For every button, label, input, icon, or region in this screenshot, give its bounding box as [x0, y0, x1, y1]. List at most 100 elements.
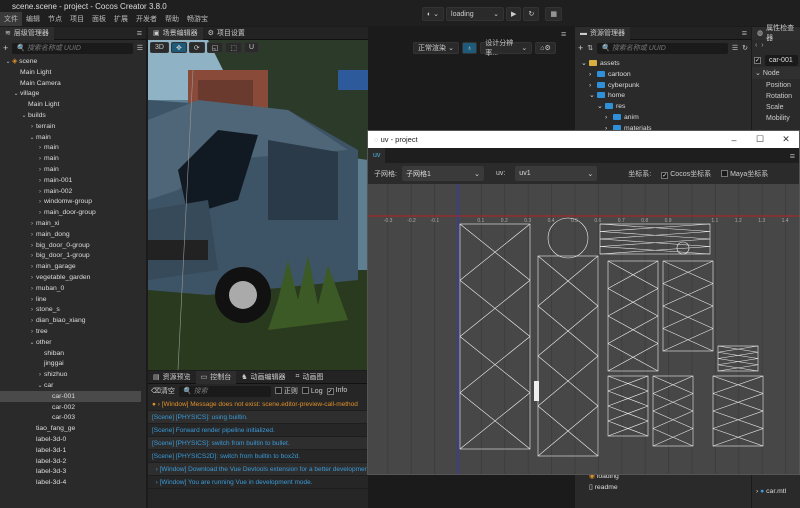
- hierarchy-item[interactable]: ›main_garage: [0, 261, 141, 272]
- console-log-entry[interactable]: [Scene] [PHYSICS]: using builtin.: [148, 411, 368, 424]
- asset-item[interactable]: ⌄assets: [581, 58, 620, 69]
- menu-panel[interactable]: 面板: [88, 12, 110, 26]
- chevron-down-icon[interactable]: ⌄: [581, 58, 589, 69]
- hierarchy-item[interactable]: ›tree: [0, 326, 141, 337]
- add-icon[interactable]: +: [3, 43, 8, 53]
- render-mode-select[interactable]: 正常渲染⌄: [413, 42, 459, 54]
- scene-viewport[interactable]: [148, 40, 368, 370]
- menu-project[interactable]: 项目: [66, 12, 88, 26]
- close-button[interactable]: ✕: [773, 134, 799, 145]
- component-car-mtl[interactable]: › ● car.mtl: [756, 486, 786, 497]
- hierarchy-item[interactable]: ›stone_s: [0, 304, 141, 315]
- hierarchy-item[interactable]: car-001: [0, 391, 141, 402]
- scene-select[interactable]: loading⌄: [446, 7, 504, 21]
- hierarchy-item[interactable]: ›main-001: [0, 175, 141, 186]
- menu-developer[interactable]: 开发者: [132, 12, 161, 26]
- node-section-header[interactable]: ⌄ Node: [752, 67, 800, 79]
- menu-icon[interactable]: ≡: [742, 28, 747, 38]
- console-log-entry[interactable]: › [Window] You are running Vue in develo…: [148, 476, 368, 489]
- tab-inspector[interactable]: ◍属性检查器: [752, 27, 800, 40]
- hierarchy-item[interactable]: label-3d-1: [0, 445, 141, 456]
- refresh-button[interactable]: ↻: [523, 7, 539, 21]
- hierarchy-item[interactable]: ›main: [0, 142, 141, 153]
- hierarchy-item[interactable]: ›vegetable_garden: [0, 272, 141, 283]
- asset-item-readme[interactable]: ▯ readme: [589, 482, 618, 493]
- chevron-right-icon[interactable]: ›: [605, 112, 613, 123]
- hierarchy-item[interactable]: ›muban_0: [0, 283, 141, 294]
- hierarchy-item[interactable]: ›dian_biao_xiang: [0, 315, 141, 326]
- hierarchy-item[interactable]: tiao_fang_ge: [0, 423, 141, 434]
- menu-icon[interactable]: ≡: [790, 151, 795, 161]
- tab-project-settings[interactable]: ⚙项目设置: [203, 27, 250, 40]
- chevron-down-icon[interactable]: ⌄: [597, 101, 605, 112]
- console-log-entry[interactable]: [Scene] [PHYSICS]: switch from builtin t…: [148, 437, 368, 450]
- log-checkbox[interactable]: Log: [302, 387, 323, 395]
- hierarchy-search-input[interactable]: 🔍 搜索名称或 UUID: [12, 43, 132, 54]
- tab-hierarchy[interactable]: ≋层级管理器: [0, 27, 54, 40]
- tab-assets[interactable]: ▬资源管理器: [575, 27, 630, 40]
- hierarchy-item[interactable]: jinggai: [0, 358, 141, 369]
- asset-item[interactable]: ⌄home: [589, 90, 625, 101]
- chevron-right-icon[interactable]: ›: [156, 466, 158, 473]
- lighting-toggle[interactable]: ♁: [462, 42, 477, 54]
- platform-select[interactable]: ◐ ⌄: [422, 7, 444, 21]
- regex-checkbox[interactable]: 正则: [275, 386, 298, 396]
- tab-asset-preview[interactable]: ▤资源预览: [148, 371, 196, 384]
- back-icon[interactable]: ‹: [755, 42, 757, 49]
- hierarchy-item[interactable]: label-3d-0: [0, 434, 141, 445]
- menu-file[interactable]: 文件: [0, 12, 22, 26]
- hierarchy-item[interactable]: Main Camera: [0, 78, 141, 89]
- forward-icon[interactable]: ›: [761, 42, 763, 49]
- snap-button[interactable]: U: [244, 42, 259, 53]
- hierarchy-item[interactable]: Main Light: [0, 67, 141, 78]
- menu-extension[interactable]: 扩展: [110, 12, 132, 26]
- tab-animation-editor[interactable]: ♞动画编辑器: [236, 371, 290, 384]
- hierarchy-item[interactable]: ›main: [0, 153, 141, 164]
- menu-help[interactable]: 帮助: [161, 12, 183, 26]
- hierarchy-item[interactable]: label-3d-3: [0, 466, 141, 477]
- hierarchy-item[interactable]: ›line: [0, 294, 141, 305]
- hierarchy-item[interactable]: Main Light: [0, 99, 141, 110]
- tab-uv[interactable]: uv: [368, 148, 385, 163]
- menu-icon[interactable]: ≡: [137, 28, 142, 38]
- console-log-entry[interactable]: › [Window] Download the Vue Devtools ext…: [148, 463, 368, 476]
- hierarchy-item[interactable]: ›main_door-group: [0, 207, 141, 218]
- hierarchy-item[interactable]: ›big_door_0-group: [0, 240, 141, 251]
- maya-coord-checkbox[interactable]: Maya坐标系: [721, 169, 768, 179]
- hierarchy-item[interactable]: ›main: [0, 164, 141, 175]
- hierarchy-item[interactable]: car-003: [0, 412, 141, 423]
- scale-tool-button[interactable]: ◱: [207, 42, 224, 53]
- menu-store[interactable]: 畅游宝: [183, 12, 212, 26]
- rect-tool-button[interactable]: ⬚: [225, 42, 242, 53]
- chevron-right-icon[interactable]: ›: [156, 479, 158, 486]
- asset-item[interactable]: ›cyberpunk: [589, 80, 639, 91]
- resolution-select[interactable]: 设计分辨率...⌄: [480, 42, 532, 54]
- tab-scene-editor[interactable]: ▣场景编辑器: [148, 27, 203, 40]
- tab-animation-graph[interactable]: ⌗动画图: [291, 371, 329, 384]
- layout-button[interactable]: ▦: [545, 7, 562, 21]
- hierarchy-item[interactable]: ⌄village: [0, 88, 141, 99]
- hierarchy-item[interactable]: ⌄◈ scene: [0, 56, 141, 67]
- tab-console[interactable]: ▭控制台: [196, 371, 237, 384]
- hierarchy-item[interactable]: ⌄other: [0, 337, 141, 348]
- play-button[interactable]: ▶: [506, 7, 521, 21]
- uv-canvas[interactable]: -0.3-0.2-0.10.10.20.30.40.50.60.70.80.91…: [368, 184, 799, 474]
- asset-item[interactable]: ›cartoon: [589, 69, 631, 80]
- hierarchy-item[interactable]: ›big_door_1-group: [0, 250, 141, 261]
- hierarchy-item[interactable]: car-002: [0, 402, 141, 413]
- camera-settings-button[interactable]: ⌂⚙: [535, 42, 556, 54]
- scene-menu-icon[interactable]: ≡: [561, 29, 566, 39]
- console-search-input[interactable]: 🔍 搜索: [179, 386, 271, 397]
- submesh-select[interactable]: 子网格1⌄: [402, 166, 484, 181]
- sort-icon[interactable]: ⇅: [587, 44, 593, 52]
- hierarchy-item[interactable]: ⌄car: [0, 380, 141, 391]
- hierarchy-item[interactable]: label-3d-4: [0, 477, 141, 488]
- node-name-input[interactable]: car-001: [765, 55, 798, 66]
- minimize-button[interactable]: –: [721, 135, 747, 145]
- hierarchy-item[interactable]: ›terrain: [0, 121, 141, 132]
- hierarchy-item[interactable]: ›shizhuo: [0, 369, 141, 380]
- uv-channel-select[interactable]: uv1⌄: [515, 166, 597, 181]
- hierarchy-item[interactable]: ›main_xi: [0, 218, 141, 229]
- console-log-entry[interactable]: [Scene] Forward render pipeline initiali…: [148, 424, 368, 437]
- list-icon[interactable]: ☰: [137, 44, 143, 52]
